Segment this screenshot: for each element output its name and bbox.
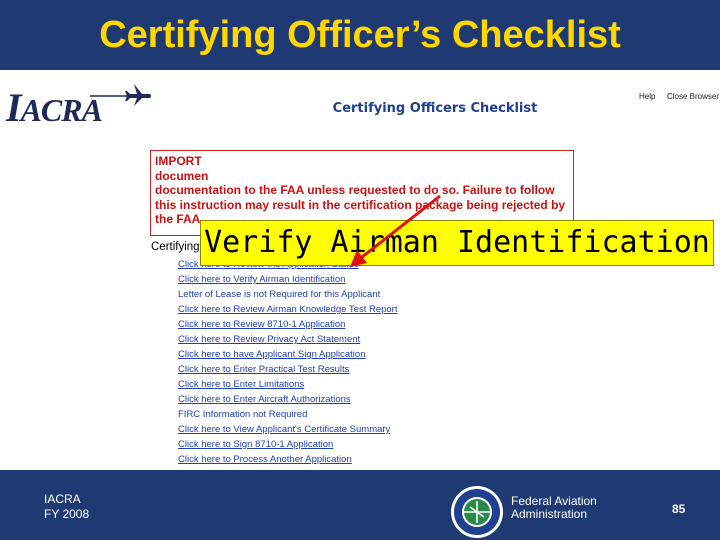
notice-line-1: IMPORT: [155, 154, 202, 168]
applicant-sign-application-link[interactable]: Click here to have Applicant Sign Applic…: [178, 347, 397, 362]
review-8710-application-link[interactable]: Click here to Review 8710-1 Application: [178, 317, 397, 332]
verify-airman-callout: Verify Airman Identification: [200, 220, 714, 266]
faa-seal-icon: [451, 486, 503, 538]
notice-line-2: documen: [155, 168, 209, 183]
help-link[interactable]: Help: [639, 92, 655, 102]
page-heading: Certifying Officers Checklist: [332, 101, 538, 116]
agency-name: Federal Aviation Administration: [511, 495, 597, 521]
notice-line-4: this instruction may result in the certi…: [155, 197, 566, 212]
agency-name-line-2: Administration: [511, 507, 588, 521]
letter-of-lease-status: Letter of Lease is not Required for this…: [178, 289, 381, 300]
review-knowledge-test-report-link[interactable]: Click here to Review Airman Knowledge Te…: [178, 302, 397, 317]
page-number: 85: [672, 502, 686, 516]
footer-fiscal-year: FY 2008: [44, 507, 90, 521]
iacra-browser-screenshot: IACRA Help Close Browser Certifying Offi…: [0, 70, 720, 470]
firc-information-status: FIRC Information not Required: [178, 409, 308, 420]
enter-aircraft-authorizations-link[interactable]: Click here to Enter Aircraft Authorizati…: [178, 392, 397, 407]
process-another-application-link[interactable]: Click here to Process Another Applicatio…: [178, 452, 397, 467]
review-privacy-act-link[interactable]: Click here to Review Privacy Act Stateme…: [178, 332, 397, 347]
slide-title: Certifying Officer’s Checklist: [99, 14, 621, 56]
footer-program: IACRA FY 2008: [44, 492, 89, 522]
footer-program-name: IACRA: [44, 492, 81, 506]
iacra-logo: IACRA: [4, 80, 152, 130]
iacra-logo-text: IACRA: [6, 85, 103, 132]
airplane-icon: [90, 84, 151, 106]
close-browser-link[interactable]: Close Browser: [667, 92, 719, 102]
checklist: Click here to Review the Application Sta…: [178, 257, 397, 467]
verify-airman-identification-link[interactable]: Click here to Verify Airman Identificati…: [178, 272, 397, 287]
logo-letter-i: I: [6, 85, 22, 130]
view-certificate-summary-link[interactable]: Click here to View Applicant's Certifica…: [178, 422, 397, 437]
enter-practical-test-results-link[interactable]: Click here to Enter Practical Test Resul…: [178, 362, 397, 377]
notice-line-3: documentation to the FAA unless requeste…: [155, 183, 555, 197]
enter-limitations-link[interactable]: Click here to Enter Limitations: [178, 377, 397, 392]
sign-8710-application-link[interactable]: Click here to Sign 8710-1 Application: [178, 437, 397, 452]
